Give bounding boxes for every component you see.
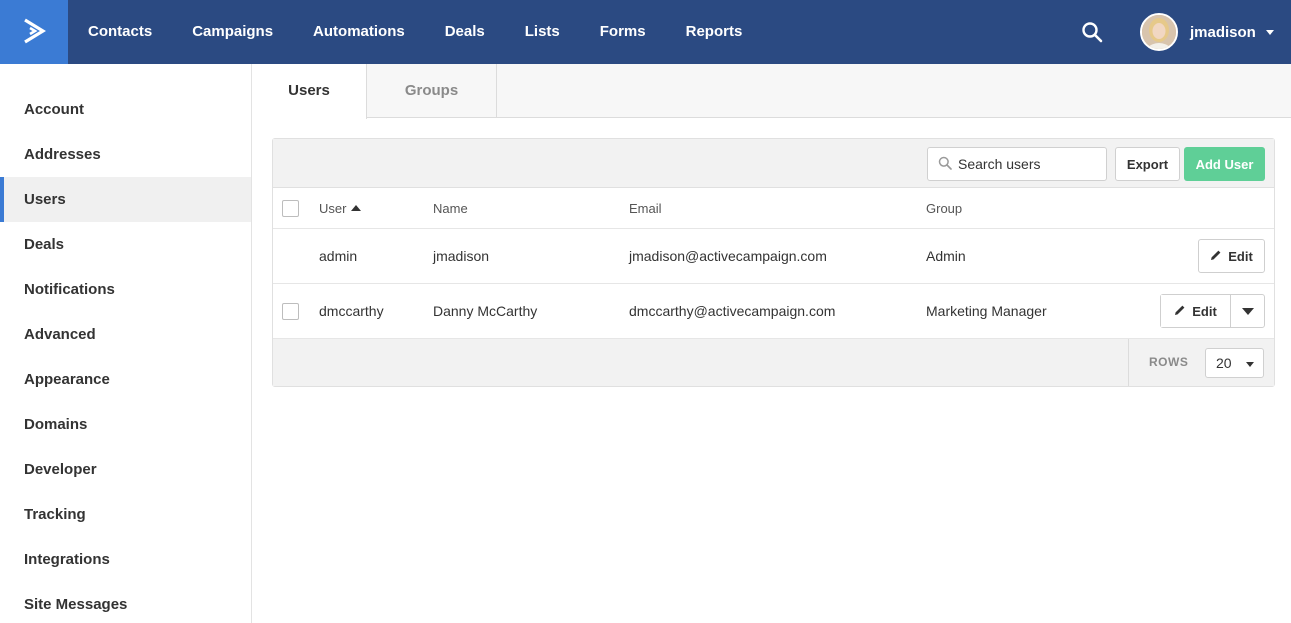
table-row: dmccarthy Danny McCarthy dmccarthy@activ… — [273, 284, 1274, 339]
table-row: admin jmadison jmadison@activecampaign.c… — [273, 229, 1274, 284]
edit-button[interactable]: Edit — [1161, 295, 1231, 327]
add-user-button[interactable]: Add User — [1184, 147, 1265, 181]
settings-sidebar: Account Addresses Users Deals Notificati… — [0, 64, 252, 623]
search-users-input[interactable] — [958, 156, 1098, 172]
group-cell: Marketing Manager — [926, 303, 1047, 319]
pencil-icon — [1174, 304, 1186, 319]
user-cell: dmccarthy — [319, 303, 384, 319]
sidebar-item-advanced[interactable]: Advanced — [0, 312, 251, 357]
edit-label: Edit — [1228, 248, 1253, 264]
sidebar-item-addresses[interactable]: Addresses — [0, 132, 251, 177]
chevron-down-icon — [1241, 307, 1254, 315]
search-icon — [938, 156, 952, 173]
sidebar-item-notifications[interactable]: Notifications — [0, 267, 251, 312]
sidebar-item-appearance[interactable]: Appearance — [0, 357, 251, 402]
name-cell: jmadison — [433, 248, 490, 264]
row-checkbox[interactable] — [282, 302, 299, 320]
username-label: jmadison — [1190, 23, 1256, 41]
rows-per-page-label: ROWS — [1149, 355, 1189, 369]
sidebar-item-deals[interactable]: Deals — [0, 222, 251, 267]
tab-users[interactable]: Users — [252, 64, 367, 119]
sidebar-item-integrations[interactable]: Integrations — [0, 537, 251, 582]
sidebar-item-developer[interactable]: Developer — [0, 447, 251, 492]
search-icon[interactable] — [1078, 18, 1106, 46]
export-button[interactable]: Export — [1115, 147, 1180, 181]
sidebar-item-account[interactable]: Account — [0, 87, 251, 132]
group-cell: Admin — [926, 248, 966, 264]
nav-lists[interactable]: Lists — [505, 0, 580, 64]
more-actions-dropdown[interactable] — [1231, 295, 1264, 327]
rows-per-page-select[interactable]: 20 — [1205, 348, 1264, 378]
nav-campaigns[interactable]: Campaigns — [172, 0, 293, 64]
activecampaign-chevron-icon — [22, 18, 47, 47]
main-nav: Contacts Campaigns Automations Deals Lis… — [68, 0, 762, 64]
table-footer: ROWS 20 — [273, 339, 1274, 386]
pencil-icon — [1210, 249, 1222, 264]
user-cell: admin — [319, 248, 358, 264]
users-table-panel: Export Add User User Name Email Group ad… — [272, 138, 1275, 387]
email-cell: jmadison@activecampaign.com — [629, 248, 827, 264]
top-navigation-bar: Contacts Campaigns Automations Deals Lis… — [0, 0, 1291, 64]
edit-button-group: Edit — [1160, 294, 1265, 328]
nav-forms[interactable]: Forms — [580, 0, 666, 64]
column-header-user[interactable]: User — [319, 188, 362, 228]
nav-reports[interactable]: Reports — [666, 0, 763, 64]
user-menu[interactable]: jmadison — [1140, 13, 1274, 51]
table-header-row: User Name Email Group — [273, 188, 1274, 229]
avatar — [1140, 13, 1178, 51]
sort-ascending-icon — [351, 205, 362, 211]
sidebar-item-users[interactable]: Users — [0, 177, 251, 222]
chevron-down-icon — [1265, 29, 1274, 35]
sidebar-item-site-messages[interactable]: Site Messages — [0, 582, 251, 623]
edit-label: Edit — [1192, 303, 1217, 319]
rows-per-page-value: 20 — [1216, 355, 1232, 371]
table-toolbar: Export Add User — [273, 139, 1274, 188]
sidebar-item-tracking[interactable]: Tracking — [0, 492, 251, 537]
column-header-email: Email — [629, 200, 662, 216]
tabs-bar: Users Groups — [252, 64, 1291, 119]
edit-button[interactable]: Edit — [1198, 239, 1265, 273]
nav-deals[interactable]: Deals — [425, 0, 505, 64]
name-cell: Danny McCarthy — [433, 303, 538, 319]
home-logo-button[interactable] — [0, 0, 68, 64]
sidebar-item-domains[interactable]: Domains — [0, 402, 251, 447]
search-users-box[interactable] — [927, 147, 1107, 181]
column-header-name: Name — [433, 200, 468, 216]
email-cell: dmccarthy@activecampaign.com — [629, 303, 836, 319]
chevron-down-icon — [1246, 362, 1254, 367]
tab-groups[interactable]: Groups — [367, 64, 497, 118]
footer-divider — [1128, 339, 1129, 386]
nav-contacts[interactable]: Contacts — [68, 0, 172, 64]
select-all-checkbox[interactable] — [282, 199, 299, 217]
column-header-group: Group — [926, 200, 963, 216]
nav-automations[interactable]: Automations — [293, 0, 425, 64]
